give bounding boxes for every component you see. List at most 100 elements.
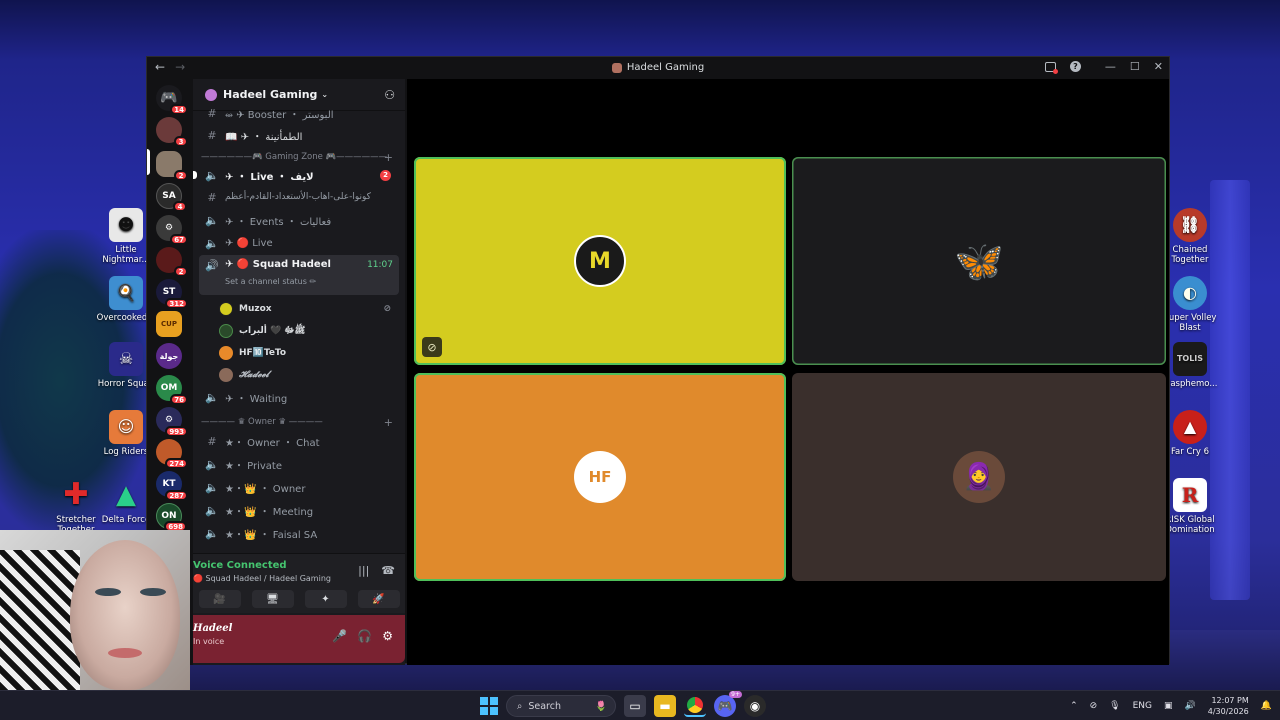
voice-channel-private[interactable]: 🔈 ★・ Private <box>199 454 399 474</box>
participant-avatar: M <box>574 235 626 287</box>
microphone-tray-icon[interactable]: 🎙 <box>1109 701 1120 711</box>
participant-tile-wings[interactable]: 🦋 <box>792 157 1166 365</box>
chrome-icon[interactable] <box>684 695 706 717</box>
file-explorer-icon[interactable]: ▬ <box>654 695 676 717</box>
soundboard-button[interactable]: 🚀 <box>357 590 400 608</box>
text-channel[interactable]: # ⥈ ✈ Booster ・ البوستر <box>199 103 399 123</box>
log-riders-icon: ☺ <box>109 410 143 444</box>
channel-status[interactable]: Set a channel status ✏ <box>225 277 316 286</box>
text-channel-owner-chat[interactable]: # ★・ Owner ・ Chat <box>199 431 399 451</box>
add-channel-icon[interactable]: + <box>384 151 393 164</box>
participant-tile-hadeel[interactable]: 🧕 <box>792 373 1166 581</box>
server-icon[interactable]: SA 4 <box>156 183 187 212</box>
screen-share-button[interactable]: 🖥 <box>251 590 294 608</box>
speaker-icon: 🔈 <box>205 480 219 494</box>
category-name: ——————🎮 Gaming Zone 🎮—————— <box>201 152 388 162</box>
category-owner[interactable]: ———— ♛ Owner ♛ ———— + <box>201 415 399 429</box>
channel-name: ★・👑 ・ Owner <box>225 483 306 495</box>
participant-tile-muzox[interactable]: M ⊘ <box>414 157 786 365</box>
task-view-icon[interactable]: ▭ <box>624 695 646 717</box>
windows-start-icon[interactable] <box>480 697 498 715</box>
discord-taskbar-icon[interactable]: 🎮 9+ <box>714 691 742 717</box>
camera-button[interactable]: 🎥 <box>198 590 241 608</box>
microphone-icon[interactable]: 🎤 <box>332 629 347 643</box>
speaker-icon: 🔈 <box>205 390 219 404</box>
voice-channel-waiting[interactable]: 🔈 ✈ ・ Waiting <box>199 387 399 407</box>
volume-icon[interactable]: 🔊 <box>1185 701 1196 711</box>
server-icon[interactable]: ⚙ 67 <box>156 215 188 245</box>
server-icon[interactable]: ST 312 <box>156 279 188 309</box>
server-initials: ON <box>161 511 177 521</box>
discord-window: ← → Hadeel Gaming ? — ☐ ✕ 🎮 14 3 2 SA 4 ⚙… <box>146 56 1170 665</box>
text-channel[interactable]: # 📖 ✈ ・ الطمأنينة <box>199 125 399 145</box>
voice-user[interactable]: ﷺﷻ 🖤 ألبراب <box>219 321 399 341</box>
user-panel: Hadeel In voice 🎤 🎧 ⚙ <box>193 615 405 663</box>
display-icon[interactable]: ▣ <box>1164 701 1173 711</box>
server-icon[interactable]: 2 <box>156 247 188 277</box>
direct-messages-button[interactable]: 🎮 14 <box>156 85 188 115</box>
server-icon[interactable]: 274 <box>156 439 188 469</box>
user-name[interactable]: Hadeel <box>193 623 232 634</box>
overcooked-icon: 🍳 <box>109 276 143 310</box>
voice-location[interactable]: 🔴 Squad Hadeel / Hadeel Gaming <box>193 574 331 583</box>
voice-connected-label[interactable]: Voice Connected <box>193 560 287 571</box>
server-badge: 67 <box>170 234 188 245</box>
server-glyph: ⚙ <box>164 415 174 425</box>
speaker-icon: 🔈 <box>205 168 219 182</box>
minimize-button[interactable]: — <box>1105 60 1116 73</box>
headphones-icon[interactable]: 🎧 <box>357 629 372 643</box>
taskbar-search[interactable]: ⌕ Search 🌷 <box>506 695 616 717</box>
channel-name: 📖 ✈ ・ الطمأنينة <box>225 131 303 143</box>
voice-user[interactable]: HF🔟TeTo <box>219 343 399 363</box>
chevron-up-icon[interactable]: ⌃ <box>1070 701 1078 711</box>
hashtag-icon: # <box>207 434 217 448</box>
disconnect-icon[interactable]: ☎ <box>381 564 395 577</box>
user-name: Muzox <box>239 304 272 314</box>
noise-suppression-icon[interactable]: ||| <box>358 564 369 577</box>
hashtag-icon: # <box>207 190 217 204</box>
voice-channel-owner[interactable]: 🔈 ★・👑 ・ Owner <box>199 477 399 497</box>
server-icon[interactable]: 3 <box>156 117 188 147</box>
server-icon[interactable]: جولة <box>156 343 182 369</box>
obs-icon[interactable]: ◉ <box>744 695 766 717</box>
server-icon[interactable]: ON 698 <box>156 503 187 532</box>
close-button[interactable]: ✕ <box>1154 60 1163 73</box>
server-icon[interactable]: ⚙ 993 <box>156 407 188 437</box>
voice-channel-events[interactable]: 🔈 ✈ ・ Events ・ فعاليات <box>199 210 399 230</box>
clock[interactable]: 12:07 PM 4/30/2026 <box>1208 695 1249 717</box>
settings-gear-icon[interactable]: ⚙ <box>382 629 393 643</box>
horror-squad-icon: ☠ <box>109 342 143 376</box>
voice-user[interactable]: 𝓗𝓪𝓭𝓮𝓮𝓵 <box>219 365 399 385</box>
channel-name: ⥈ ✈ Booster ・ البوستر <box>225 109 334 121</box>
category-gaming-zone[interactable]: ——————🎮 Gaming Zone 🎮—————— + <box>201 150 399 164</box>
maximize-button[interactable]: ☐ <box>1130 60 1140 73</box>
voice-channel-live[interactable]: 🔈 ✈ ・ Live ・ لايف 2 <box>193 165 399 185</box>
add-channel-icon[interactable]: + <box>384 416 393 429</box>
server-icon[interactable]: OM 76 <box>156 375 188 405</box>
unread-indicator <box>193 171 197 179</box>
voice-channel-live-2[interactable]: 🔈 ✈ 🔴 Live <box>199 233 399 253</box>
channel-name: ✈ ・ Live ・ لايف <box>225 171 314 183</box>
activities-button[interactable]: ✦ <box>304 590 347 608</box>
invite-people-icon[interactable]: ⚇ <box>384 88 395 102</box>
inbox-icon[interactable] <box>1044 61 1058 74</box>
notification-icon[interactable]: 🔔 <box>1261 701 1272 711</box>
server-badge: 287 <box>165 490 188 501</box>
help-icon[interactable]: ? <box>1069 61 1081 72</box>
voice-user[interactable]: Muzox ⊘ <box>219 299 399 319</box>
wifi-off-icon[interactable]: ⊘ <box>1090 701 1098 711</box>
server-avatar-icon <box>611 62 622 73</box>
channel-name: ★・ Owner ・ Chat <box>225 437 320 449</box>
speaker-active-icon: 🔊 <box>205 259 219 272</box>
voice-channel-squad-hadeel[interactable]: 🔊 ✈ 🔴 Squad Hadeel 11:07 Set a channel s… <box>199 255 399 295</box>
server-icon[interactable]: KT 287 <box>156 471 188 501</box>
server-icon[interactable]: CUP <box>156 311 182 337</box>
participant-tile-teto[interactable]: HF <box>414 373 786 581</box>
far-cry-icon: ▲ <box>1173 410 1207 444</box>
voice-channel-meeting[interactable]: 🔈 ★・👑 ・ Meeting <box>199 500 399 520</box>
language-indicator[interactable]: ENG <box>1133 701 1152 711</box>
text-channel[interactable]: # كونوا-على-اهاب-الأستعداد-القادم-أعظم <box>199 187 399 207</box>
voice-channel-faisal[interactable]: 🔈 ★・👑 ・ Faisal SA <box>199 523 399 543</box>
channel-name: ★・👑 ・ Faisal SA <box>225 529 318 541</box>
server-icon-hadeel-gaming[interactable]: 2 <box>156 151 188 181</box>
